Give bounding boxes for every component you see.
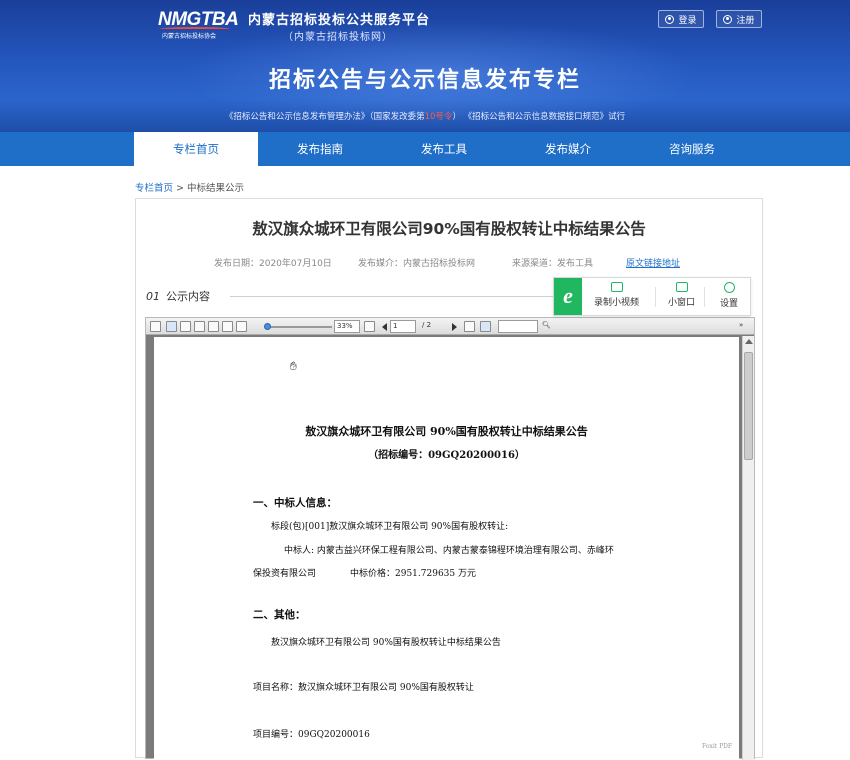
next-page-icon[interactable] — [452, 323, 457, 331]
register-button[interactable]: 注册 — [716, 10, 762, 28]
facing-page-icon[interactable] — [194, 321, 205, 332]
settings-label: 设置 — [720, 299, 739, 309]
site-name: 内蒙古招标投标公共服务平台 — [248, 13, 431, 28]
section-divider — [230, 296, 560, 297]
record-video-label: 录制小视频 — [594, 298, 640, 308]
header-banner: NMGTBA 内蒙古招标投标协会 内蒙古招标投标公共服务平台 （内蒙古招标投标网… — [0, 0, 850, 132]
doc-title: 敖汉旗众城环卫有限公司 90%国有股权转让中标结果公告 — [305, 425, 588, 438]
mini-window-label: 小窗口 — [668, 298, 696, 308]
pdf-scrollbar[interactable] — [742, 336, 754, 760]
zoom-slider-knob[interactable] — [264, 323, 271, 330]
hand-tool-icon[interactable] — [480, 321, 491, 332]
doc-heading-other: 二、其他： — [253, 609, 306, 621]
hand-cursor-icon: ✋︎ — [290, 359, 297, 373]
original-link[interactable]: 原文链接地址 — [626, 256, 680, 269]
recorder-panel: e 录制小视频 小窗口 设置 — [553, 277, 751, 316]
toolbar-expand-icon[interactable]: » — [739, 321, 743, 329]
nav-item-guide[interactable]: 发布指南 — [258, 132, 382, 166]
pdf-toolbar: 33% 1 / 2 🔍︎ » — [146, 318, 754, 335]
login-button[interactable]: 登录 — [658, 10, 704, 28]
gear-icon — [723, 282, 735, 293]
text-select-icon[interactable] — [464, 321, 475, 332]
video-camera-icon — [610, 282, 623, 292]
doc-heading-winner: 一、中标人信息： — [253, 497, 337, 509]
doc-winner-line: 中标人: 内蒙古益兴环保工程有限公司、内蒙古蒙泰锦程环境治理有限公司、赤峰环 — [284, 546, 614, 556]
zoom-slider-track[interactable] — [266, 326, 332, 328]
settings-button[interactable]: 设置 — [720, 282, 738, 309]
recorder-divider — [655, 287, 656, 307]
continuous-page-icon[interactable] — [180, 321, 191, 332]
doc-project-name: 项目名称：敖汉旗众城环卫有限公司 90%国有股权转让 — [253, 683, 474, 693]
zoom-input[interactable]: 33% — [334, 320, 360, 333]
notice-text-pre[interactable]: 《招标公告和公示信息发布管理办法》（国家发改委第 — [225, 112, 425, 122]
source-channel: 来源渠道：发布工具 — [512, 259, 594, 269]
presentation-icon[interactable] — [364, 321, 375, 332]
user-circle-icon — [665, 14, 675, 24]
breadcrumb: 专栏首页 > 中标结果公示 — [135, 180, 244, 194]
breadcrumb-current: 中标结果公示 — [187, 183, 245, 194]
scroll-up-icon[interactable] — [745, 339, 753, 344]
main-nav: 专栏首页 发布指南 发布工具 发布媒介 咨询服务 — [0, 132, 850, 166]
breadcrumb-separator: > — [176, 183, 185, 194]
doc-other-line: 敖汉旗众城环卫有限公司 90%国有股权转让中标结果公告 — [271, 638, 501, 648]
nav-item-consult[interactable]: 咨询服务 — [630, 132, 754, 166]
scroll-thumb[interactable] — [744, 352, 753, 460]
nav-item-home[interactable]: 专栏首页 — [134, 132, 258, 166]
doc-code: （招标编号：09GQ20200016） — [368, 450, 525, 461]
site-name-sub: （内蒙古招标投标网） — [283, 32, 393, 43]
prev-page-icon[interactable] — [382, 323, 387, 331]
single-page-icon[interactable] — [166, 321, 177, 332]
pdf-page: ✋︎ 敖汉旗众城环卫有限公司 90%国有股权转让中标结果公告 （招标编号：09G… — [154, 337, 739, 760]
register-label: 注册 — [736, 15, 755, 26]
regulation-notice: 《招标公告和公示信息发布管理办法》（国家发改委第10号令） 《招标公告和公示信息… — [0, 110, 850, 122]
doc-lot-line: 标段(包)[001]敖汉旗众城环卫有限公司 90%国有股权转让: — [271, 522, 509, 532]
notice-text-red[interactable]: 10号令 — [425, 112, 453, 122]
publish-media: 发布媒介：内蒙古招标投标网 — [358, 259, 476, 269]
mini-window-icon — [675, 282, 688, 292]
login-label: 登录 — [678, 15, 697, 26]
user-add-icon — [723, 14, 733, 24]
doc-winner-line-cont: 保投资有限公司 — [253, 569, 317, 579]
recorder-logo[interactable]: e — [554, 278, 582, 315]
breadcrumb-home[interactable]: 专栏首页 — [135, 183, 173, 194]
doc-project-code: 项目编号：09GQ20200016 — [253, 730, 370, 740]
section-header: 01 公示内容 — [146, 288, 210, 304]
nav-item-tools[interactable]: 发布工具 — [382, 132, 506, 166]
record-video-button[interactable]: 录制小视频 — [594, 282, 639, 308]
fit-page-icon[interactable] — [222, 321, 233, 332]
site-logo[interactable]: NMGTBA 内蒙古招标投标协会 — [158, 9, 242, 40]
publish-date: 发布日期：2020年07月10日 — [214, 259, 332, 269]
page-total: / 2 — [422, 321, 432, 329]
section-number: 01 — [146, 290, 160, 303]
nav-item-media[interactable]: 发布媒介 — [506, 132, 630, 166]
pdf-viewer: 33% 1 / 2 🔍︎ » ✋︎ 敖汉旗众城环卫有限公司 90%国有股权转让中… — [145, 317, 755, 760]
print-icon[interactable] — [150, 321, 161, 332]
search-input[interactable] — [498, 320, 538, 333]
article-title: 敖汉旗众城环卫有限公司90%国有股权转让中标结果公告 — [252, 220, 646, 238]
page-heading: 招标公告与公示信息发布专栏 — [268, 68, 581, 93]
fit-width-icon[interactable] — [208, 321, 219, 332]
recorder-divider-2 — [704, 287, 705, 307]
mini-window-button[interactable]: 小窗口 — [668, 282, 695, 308]
page-number-input[interactable]: 1 — [390, 320, 416, 333]
notice-text-post[interactable]: ） 《招标公告和公示信息数据接口规范》试行 — [452, 112, 625, 122]
rotate-icon[interactable] — [236, 321, 247, 332]
logo-subtitle: 内蒙古招标投标协会 — [162, 33, 217, 40]
section-label: 公示内容 — [166, 290, 210, 303]
pdf-watermark: Foxit PDF — [702, 743, 733, 750]
doc-winning-price: 中标价格：2951.729635 万元 — [350, 569, 476, 579]
search-icon[interactable]: 🔍︎ — [542, 321, 551, 329]
